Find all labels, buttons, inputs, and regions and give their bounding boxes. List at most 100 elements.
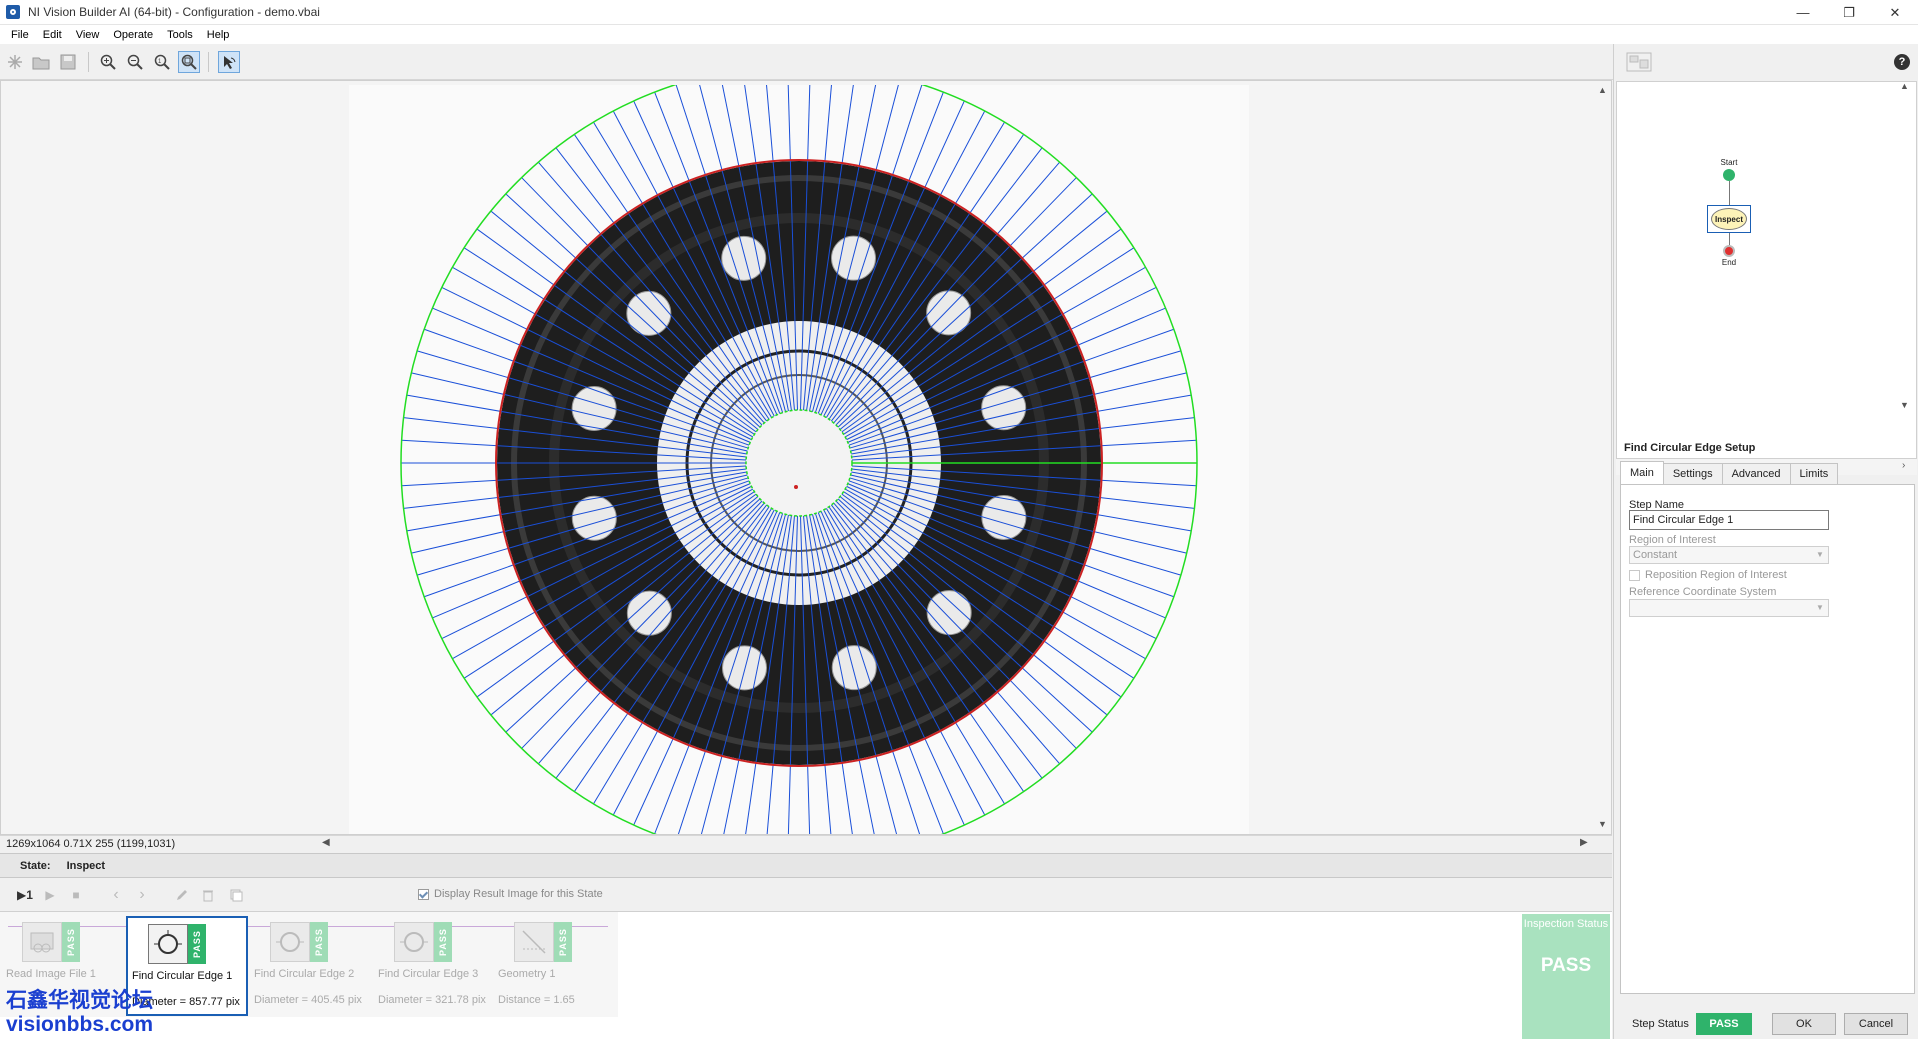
tab-main[interactable]: Main bbox=[1620, 461, 1664, 484]
step-pass-badge: PASS bbox=[62, 922, 80, 962]
bolt-hole bbox=[626, 290, 672, 336]
right-panel: ? Start Inspect End ▼ ▲ ‹ › Find Circula… bbox=[1613, 44, 1918, 1039]
edit-step-icon[interactable] bbox=[172, 885, 192, 905]
layout-toggle-icon[interactable] bbox=[1626, 52, 1652, 75]
zoom-fit-icon[interactable] bbox=[178, 51, 200, 73]
flow-scroll-up-icon[interactable]: ▲ bbox=[1900, 81, 1909, 91]
ok-button[interactable]: OK bbox=[1772, 1013, 1836, 1035]
maximize-button[interactable]: ❐ bbox=[1826, 0, 1872, 25]
inspection-image[interactable] bbox=[349, 81, 1249, 835]
menu-view[interactable]: View bbox=[69, 29, 107, 41]
help-icon[interactable]: ? bbox=[1894, 54, 1910, 70]
flow-start-node[interactable] bbox=[1723, 169, 1735, 181]
reposition-roi-checkbox[interactable] bbox=[1629, 569, 1640, 581]
scroll-left-icon[interactable]: ◀ bbox=[322, 837, 330, 848]
inspection-steps: PASS Read Image File 1 PASS Find Circula… bbox=[0, 912, 1612, 1039]
setup-tabs: Main Settings Advanced Limits bbox=[1620, 461, 1839, 484]
setup-title: Find Circular Edge Setup bbox=[1624, 442, 1756, 454]
minimize-button[interactable]: — bbox=[1780, 0, 1826, 25]
roi-label: Region of Interest bbox=[1629, 534, 1716, 546]
display-result-option[interactable]: Display Result Image for this State bbox=[418, 888, 603, 900]
reposition-roi-option[interactable]: Reposition Region of Interest bbox=[1629, 569, 1787, 581]
step-find-circular-edge-2[interactable]: PASS Find Circular Edge 2 Diameter = 405… bbox=[250, 916, 372, 1016]
close-button[interactable]: ✕ bbox=[1872, 0, 1918, 25]
step-status-badge: PASS bbox=[1696, 1013, 1752, 1035]
svg-text:1: 1 bbox=[158, 59, 162, 65]
flow-end-node[interactable] bbox=[1723, 245, 1735, 257]
new-icon[interactable] bbox=[4, 51, 26, 73]
delete-step-icon[interactable] bbox=[198, 885, 218, 905]
step-geometry-1[interactable]: PASS Geometry 1 Distance = 1.65 bbox=[494, 916, 616, 1016]
zoom-in-icon[interactable] bbox=[97, 51, 119, 73]
scroll-up-icon[interactable]: ▲ bbox=[1598, 85, 1607, 95]
ref-coord-label: Reference Coordinate System bbox=[1629, 586, 1777, 598]
state-diagram[interactable]: Start Inspect End ▼ ▲ bbox=[1616, 81, 1917, 459]
tab-settings[interactable]: Settings bbox=[1662, 463, 1723, 484]
geometry-icon bbox=[514, 922, 554, 962]
next-icon[interactable]: › bbox=[132, 885, 152, 905]
reposition-roi-label: Reposition Region of Interest bbox=[1645, 569, 1787, 581]
selection-tool-icon[interactable] bbox=[218, 51, 240, 73]
flow-scroll-down-icon[interactable]: ▼ bbox=[1900, 400, 1909, 410]
bolt-hole bbox=[831, 235, 877, 281]
bolt-hole bbox=[981, 495, 1027, 541]
flow-end-label: End bbox=[1721, 258, 1737, 267]
setup-footer: Step Status PASS OK Cancel bbox=[1614, 1004, 1918, 1039]
chevron-down-icon: ▼ bbox=[1816, 550, 1824, 559]
menu-help[interactable]: Help bbox=[200, 29, 237, 41]
image-canvas[interactable] bbox=[349, 81, 1249, 835]
display-result-checkbox[interactable] bbox=[418, 888, 429, 900]
state-bar: State: Inspect bbox=[0, 853, 1612, 878]
read-image-icon bbox=[22, 922, 62, 962]
stop-icon[interactable]: ■ bbox=[66, 885, 86, 905]
step-toolbar: ▶1 ▶ ■ ‹ › Display Result Image for this… bbox=[0, 878, 1612, 912]
inspection-status-label: Inspection Status bbox=[1523, 918, 1609, 930]
menu-tools[interactable]: Tools bbox=[160, 29, 200, 41]
circular-edge-icon bbox=[270, 922, 310, 962]
watermark-text: 石鑫华视觉论坛 bbox=[6, 989, 153, 1012]
run-icon[interactable]: ▶ bbox=[40, 885, 60, 905]
menu-edit[interactable]: Edit bbox=[36, 29, 69, 41]
run-once-button[interactable]: ▶1 bbox=[12, 885, 38, 905]
tab-limits[interactable]: Limits bbox=[1789, 463, 1839, 484]
step-name: Read Image File 1 bbox=[6, 968, 96, 980]
roi-select[interactable]: Constant ▼ bbox=[1629, 546, 1829, 564]
menu-file[interactable]: File bbox=[4, 29, 36, 41]
image-status-row: 1269x1064 0.71X 255 (1199,1031) ◀ ▶ bbox=[0, 835, 1612, 851]
open-folder-icon[interactable] bbox=[30, 51, 52, 73]
tab-advanced[interactable]: Advanced bbox=[1721, 463, 1791, 484]
app-logo-icon bbox=[6, 5, 20, 19]
title-bar: NI Vision Builder AI (64-bit) - Configur… bbox=[0, 0, 1918, 25]
step-result: Diameter = 405.45 pix bbox=[254, 994, 362, 1006]
zoom-out-icon[interactable] bbox=[124, 51, 146, 73]
ref-coord-select[interactable]: ▼ bbox=[1629, 599, 1829, 617]
step-pass-badge: PASS bbox=[310, 922, 328, 962]
cancel-button[interactable]: Cancel bbox=[1844, 1013, 1908, 1035]
step-pass-badge: PASS bbox=[188, 924, 206, 964]
scroll-right-icon[interactable]: ▶ bbox=[1580, 837, 1588, 848]
flow-inspect-label: Inspect bbox=[1711, 208, 1747, 230]
save-icon[interactable] bbox=[57, 51, 79, 73]
step-name: Geometry 1 bbox=[498, 968, 556, 980]
bolt-hole bbox=[571, 385, 617, 431]
detected-center-point bbox=[794, 485, 798, 489]
flow-inspect-node[interactable]: Inspect bbox=[1707, 205, 1751, 233]
step-result: Distance = 1.65 bbox=[498, 994, 575, 1006]
step-name-input[interactable]: Find Circular Edge 1 bbox=[1629, 510, 1829, 530]
scroll-down-icon[interactable]: ▼ bbox=[1598, 819, 1607, 829]
step-name: Find Circular Edge 2 bbox=[254, 968, 355, 980]
step-find-circular-edge-3[interactable]: PASS Find Circular Edge 3 Diameter = 321… bbox=[374, 916, 496, 1016]
zoom-actual-icon[interactable]: 1 bbox=[151, 51, 173, 73]
flow-scroll-right-icon[interactable]: › bbox=[1902, 460, 1905, 471]
inspection-status-value: PASS bbox=[1540, 955, 1592, 976]
state-label: State: bbox=[20, 859, 51, 872]
step-name: Find Circular Edge 3 bbox=[378, 968, 479, 980]
image-display[interactable]: ▲ ▼ bbox=[0, 80, 1612, 835]
window-title: NI Vision Builder AI (64-bit) - Configur… bbox=[28, 5, 320, 19]
menu-operate[interactable]: Operate bbox=[106, 29, 160, 41]
previous-icon[interactable]: ‹ bbox=[106, 885, 126, 905]
image-vertical-scrollbar[interactable]: ▲ ▼ bbox=[1593, 81, 1611, 834]
copy-step-icon[interactable] bbox=[226, 885, 246, 905]
state-value: Inspect bbox=[66, 859, 106, 872]
chevron-down-icon: ▼ bbox=[1816, 603, 1824, 612]
